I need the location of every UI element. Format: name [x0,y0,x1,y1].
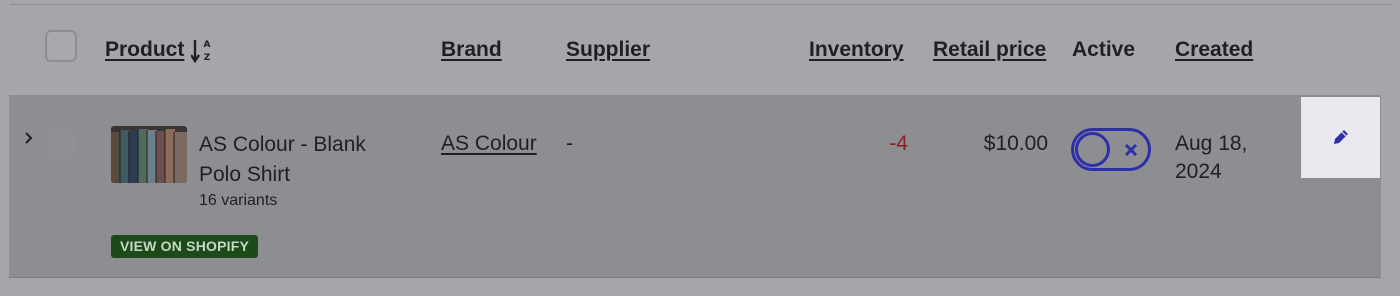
select-all-checkbox[interactable] [45,30,77,62]
column-header-brand[interactable]: Brand [441,38,502,62]
toggle-knob [1075,132,1110,167]
active-toggle[interactable] [1071,128,1151,171]
chevron-right-icon[interactable] [21,128,37,148]
column-header-supplier[interactable]: Supplier [566,38,650,62]
svg-text:A: A [204,40,211,50]
variant-count: 16 variants [199,192,278,209]
edit-button[interactable] [1301,97,1380,178]
brand-link[interactable]: AS Colour [441,132,537,156]
supplier-value: - [566,132,573,155]
product-name[interactable]: AS Colour - Blank Polo Shirt [199,130,399,190]
column-header-retail-price[interactable]: Retail price [933,38,1046,62]
close-icon [1124,143,1138,157]
column-header-product[interactable]: Product [105,38,184,62]
retail-price-value: $10.00 [983,132,1048,155]
svg-text:Z: Z [204,53,211,63]
column-header-created[interactable]: Created [1175,38,1253,62]
row-select-checkbox[interactable] [45,128,77,160]
product-thumbnail [111,126,187,183]
sort-alpha-down-icon[interactable]: A Z [191,38,215,64]
created-date: Aug 18, 2024 [1175,132,1248,183]
pencil-icon [1334,130,1348,144]
column-header-inventory[interactable]: Inventory [809,38,904,62]
inventory-value: -4 [889,132,908,155]
view-on-shopify-button[interactable]: VIEW ON SHOPIFY [111,235,259,258]
table-header-row: Product A Z Brand Supplier Inventory Ret… [0,0,1400,96]
products-table: Product A Z Brand Supplier Inventory Ret… [0,0,1400,296]
column-header-active: Active [1072,38,1136,61]
